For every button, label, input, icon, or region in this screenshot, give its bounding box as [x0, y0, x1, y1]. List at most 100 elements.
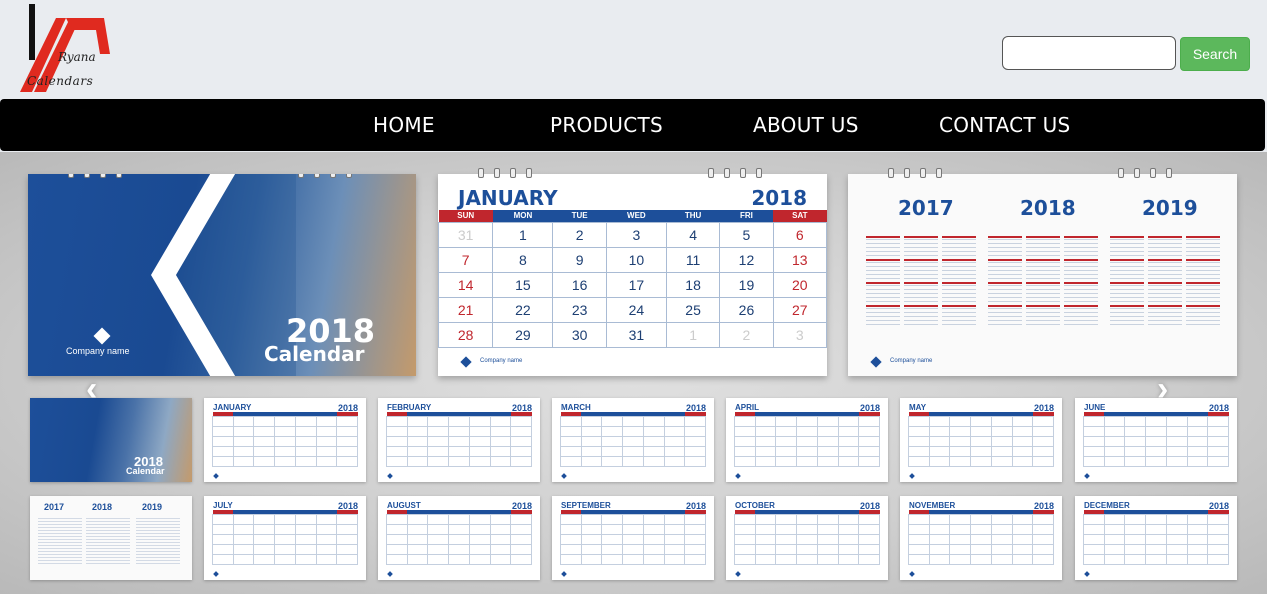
thumbnail-month[interactable]: NOVEMBER 2018 — [900, 496, 1062, 580]
calendar-day: 25 — [665, 296, 721, 323]
nav-products[interactable]: PRODUCTS — [550, 113, 663, 137]
thumb-day-cell — [601, 513, 624, 525]
thumb-day-cell — [468, 455, 491, 467]
thumbnail-month[interactable]: MARCH 2018 — [552, 398, 714, 482]
thumbnail-month[interactable]: APRIL 2018 — [726, 398, 888, 482]
thumb-day-cell — [336, 445, 358, 457]
thumb-day-cell — [448, 513, 470, 525]
mini-month-block — [1186, 282, 1220, 302]
thumbnail-month[interactable]: AUGUST 2018 — [378, 496, 540, 580]
calendar-day: 28 — [437, 321, 494, 348]
thumb-day-cell — [294, 513, 317, 525]
nav-home[interactable]: HOME — [373, 113, 435, 137]
thumb-day-cell — [294, 455, 317, 467]
thumb-month-title: NOVEMBER — [909, 501, 956, 510]
mini-month-block — [1110, 259, 1144, 279]
slide-january[interactable]: JANUARY 2018 SUN MON TUE WED THU FRI SAT… — [437, 168, 828, 376]
thumb-day-cell — [970, 543, 992, 555]
thumbnail-month[interactable]: FEBRUARY 2018 — [378, 398, 540, 482]
thumb-day-cell — [489, 533, 512, 545]
thumb-day-cell — [642, 553, 665, 565]
thumbnail-month[interactable]: JANUARY 2018 — [204, 398, 366, 482]
thumb-day-cell — [1103, 435, 1126, 447]
thumbnail-month[interactable]: OCTOBER 2018 — [726, 496, 888, 580]
thumb-day-cell — [448, 533, 470, 545]
search-input[interactable] — [1002, 36, 1176, 70]
nav-contact-us[interactable]: CONTACT US — [939, 113, 1071, 137]
thumb-day-cell — [212, 523, 234, 535]
thumb-day-cell — [1124, 513, 1147, 525]
mini-month-block — [988, 236, 1022, 256]
thumb-day-cell — [1186, 523, 1209, 535]
thumb-day-cell — [580, 513, 603, 525]
thumbnail-year-overview[interactable]: 2017 2018 2019 — [30, 496, 192, 580]
weekday-header: WED — [606, 210, 667, 222]
thumb-day-cell — [928, 523, 951, 535]
overview-year: 2017 — [898, 196, 954, 220]
calendar-day: 17 — [605, 271, 667, 298]
thumb-day-cell — [1186, 513, 1209, 525]
calendar-day: 24 — [605, 296, 667, 323]
slide-cover[interactable]: Company name 2018 Calendar — [28, 174, 416, 376]
thumb-day-cell — [274, 553, 296, 565]
thumb-day-cell — [908, 543, 930, 555]
thumb-day-cell — [1032, 455, 1054, 467]
thumb-day-cell — [684, 455, 706, 467]
thumb-day-cell — [560, 445, 582, 457]
thumbnail-month[interactable]: JULY 2018 — [204, 496, 366, 580]
thumb-day-cell — [1011, 415, 1034, 427]
thumb-day-cell — [336, 455, 358, 467]
thumb-day-cell — [754, 455, 777, 467]
thumb-day-cell — [1124, 455, 1147, 467]
binding-ring — [708, 168, 714, 178]
thumbnail-month[interactable]: SEPTEMBER 2018 — [552, 496, 714, 580]
thumb-day-cell — [837, 553, 860, 565]
thumbnail-month[interactable]: JUNE 2018 — [1075, 398, 1237, 482]
thumb-day-cell — [406, 513, 429, 525]
thumb-day-cell — [816, 425, 839, 437]
thumb-day-cell — [294, 543, 317, 555]
thumb-day-cell — [1032, 445, 1054, 457]
thumb-day-cell — [253, 513, 276, 525]
thumb-day-cell — [510, 435, 532, 447]
thumb-day-cell — [837, 455, 860, 467]
thumb-day-cell — [386, 455, 408, 467]
mini-month-block — [942, 259, 976, 279]
thumb-day-cell — [990, 425, 1013, 437]
thumb-day-cell — [274, 533, 296, 545]
thumb-day-cell — [622, 533, 644, 545]
nav-about-us[interactable]: ABOUT US — [753, 113, 859, 137]
search-button[interactable]: Search — [1180, 37, 1250, 71]
thumb-day-cell — [232, 425, 255, 437]
thumb-day-cell — [315, 455, 338, 467]
thumb-day-cell — [858, 553, 880, 565]
thumb-day-cell — [1103, 523, 1126, 535]
mini-month-block — [1064, 259, 1098, 279]
thumb-day-cell — [489, 553, 512, 565]
mini-month-block — [1186, 236, 1220, 256]
thumb-day-cell — [1103, 415, 1126, 427]
thumb-day-cell — [448, 543, 470, 555]
thumb-day-cell — [406, 523, 429, 535]
mini-month-block — [866, 259, 900, 279]
thumb-day-cell — [775, 513, 798, 525]
thumbnail-month[interactable]: MAY 2018 — [900, 398, 1062, 482]
thumb-day-cell — [1165, 415, 1188, 427]
thumb-month-title: JANUARY — [213, 403, 252, 412]
thumb-day-cell — [1165, 533, 1188, 545]
thumb-day-cell — [642, 425, 665, 437]
thumb-day-cell — [858, 415, 880, 427]
binding-ring — [116, 174, 122, 178]
thumbnail-month[interactable]: DECEMBER 2018 — [1075, 496, 1237, 580]
thumb-day-cell — [427, 455, 450, 467]
thumb-day-cell — [1083, 543, 1105, 555]
thumb-day-cell — [684, 415, 706, 427]
thumb-month-title: DECEMBER — [1084, 501, 1130, 510]
thumb-day-cell — [928, 445, 951, 457]
thumbnail-cover[interactable]: 2018 Calendar — [30, 398, 192, 482]
slide-year-overview[interactable]: 2017 2018 2019 Company name — [848, 168, 1237, 376]
thumb-day-cell — [970, 553, 992, 565]
thumb-day-cell — [386, 513, 408, 525]
weekday-header: SAT — [773, 210, 827, 222]
calendar-day: 30 — [552, 321, 607, 348]
